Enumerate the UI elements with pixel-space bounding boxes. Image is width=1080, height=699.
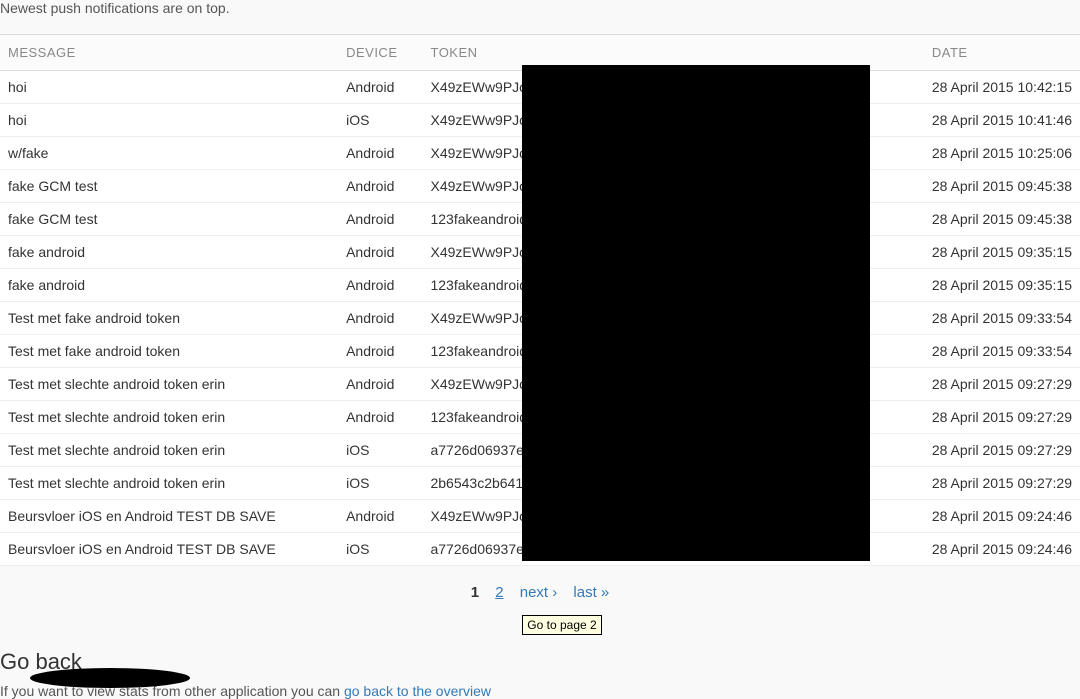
cell-device: Android: [338, 170, 422, 203]
goback-link[interactable]: go back to the overview: [344, 683, 491, 699]
cell-device: Android: [338, 269, 422, 302]
cell-message: fake android: [0, 269, 338, 302]
cell-device: Android: [338, 335, 422, 368]
cell-date: 28 April 2015 10:42:15: [924, 71, 1080, 104]
cell-message: fake android: [0, 236, 338, 269]
page-link-next[interactable]: next ›: [520, 584, 558, 601]
cell-device: Android: [338, 137, 422, 170]
pagination: 1 2 next › last »: [0, 566, 1080, 607]
page-current: 1: [471, 584, 479, 601]
cell-date: 28 April 2015 09:45:38: [924, 203, 1080, 236]
cell-message: Test met fake android token: [0, 335, 338, 368]
cell-device: iOS: [338, 467, 422, 500]
cell-message: Test met slechte android token erin: [0, 368, 338, 401]
cell-message: Beursvloer iOS en Android TEST DB SAVE: [0, 533, 338, 566]
cell-message: hoi: [0, 71, 338, 104]
cell-date: 28 April 2015 09:35:15: [924, 236, 1080, 269]
cell-device: iOS: [338, 434, 422, 467]
goback-text-prefix: If you want to view stats from other app…: [0, 683, 344, 699]
cell-device: iOS: [338, 533, 422, 566]
cell-date: 28 April 2015 10:25:06: [924, 137, 1080, 170]
page-link-2[interactable]: 2: [495, 584, 503, 601]
cell-device: Android: [338, 203, 422, 236]
cell-date: 28 April 2015 09:27:29: [924, 401, 1080, 434]
cell-device: Android: [338, 500, 422, 533]
cell-date: 28 April 2015 09:35:15: [924, 269, 1080, 302]
intro-text: Newest push notifications are on top.: [0, 0, 1080, 24]
page-link-last[interactable]: last »: [573, 584, 609, 601]
cell-device: Android: [338, 71, 422, 104]
cell-device: Android: [338, 401, 422, 434]
redaction-bottom: [30, 668, 190, 688]
cell-device: Android: [338, 236, 422, 269]
col-header-message: MESSAGE: [0, 35, 338, 71]
cell-message: Test met fake android token: [0, 302, 338, 335]
cell-message: Test met slechte android token erin: [0, 401, 338, 434]
pagination-tooltip: Go to page 2: [522, 615, 601, 635]
cell-date: 28 April 2015 09:27:29: [924, 434, 1080, 467]
cell-message: fake GCM test: [0, 170, 338, 203]
cell-date: 28 April 2015 09:24:46: [924, 500, 1080, 533]
cell-device: iOS: [338, 104, 422, 137]
cell-message: Beursvloer iOS en Android TEST DB SAVE: [0, 500, 338, 533]
cell-message: w/fake: [0, 137, 338, 170]
cell-message: hoi: [0, 104, 338, 137]
cell-device: Android: [338, 368, 422, 401]
cell-message: Test met slechte android token erin: [0, 434, 338, 467]
cell-date: 28 April 2015 09:33:54: [924, 302, 1080, 335]
col-header-date: DATE: [924, 35, 1080, 71]
cell-message: fake GCM test: [0, 203, 338, 236]
redaction-overlay: [522, 65, 870, 561]
cell-date: 28 April 2015 09:33:54: [924, 335, 1080, 368]
cell-date: 28 April 2015 09:27:29: [924, 368, 1080, 401]
cell-date: 28 April 2015 09:45:38: [924, 170, 1080, 203]
cell-device: Android: [338, 302, 422, 335]
cell-date: 28 April 2015 09:27:29: [924, 467, 1080, 500]
cell-date: 28 April 2015 09:24:46: [924, 533, 1080, 566]
col-header-device: DEVICE: [338, 35, 422, 71]
cell-date: 28 April 2015 10:41:46: [924, 104, 1080, 137]
cell-message: Test met slechte android token erin: [0, 467, 338, 500]
